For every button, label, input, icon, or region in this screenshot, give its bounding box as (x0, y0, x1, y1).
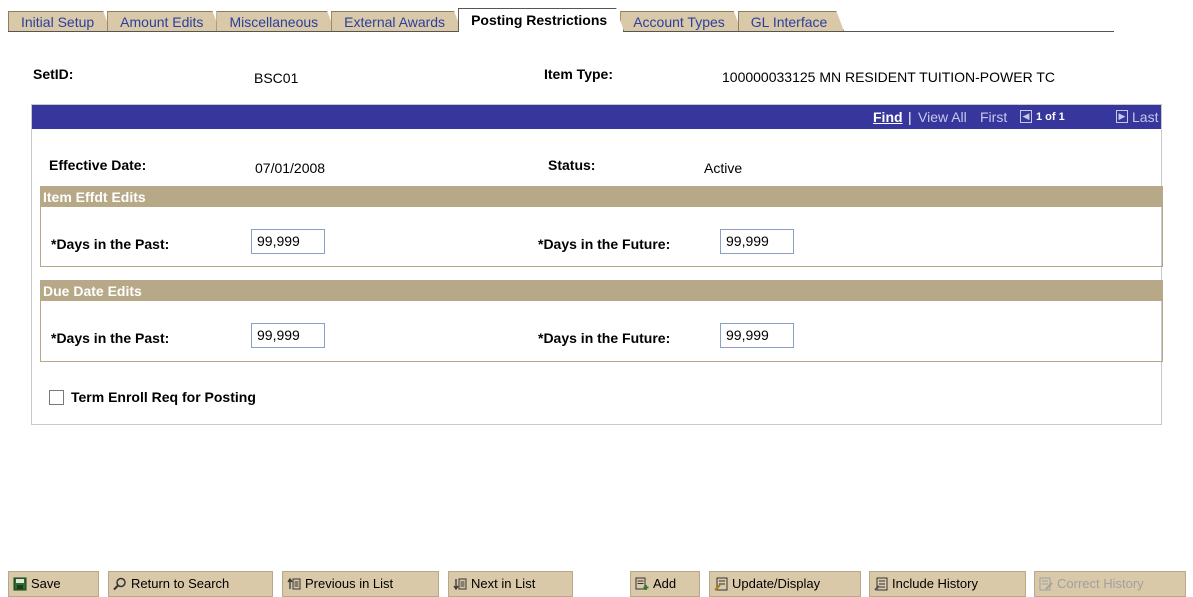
tab-amount-edits[interactable]: Amount Edits (107, 11, 220, 32)
item-type-label: Item Type: (544, 66, 613, 82)
update-display-label: Update/Display (732, 576, 821, 591)
tab-posting-restrictions[interactable]: Posting Restrictions (458, 8, 624, 32)
return-to-search-label: Return to Search (131, 576, 230, 591)
tab-gl-interface[interactable]: GL Interface (738, 11, 845, 32)
setid-label: SetID: (33, 66, 74, 82)
status-label: Status: (548, 157, 596, 173)
update-display-button[interactable]: Update/Display (709, 571, 861, 597)
tab-strip: Initial Setup Amount Edits Miscellaneous… (8, 8, 840, 32)
previous-row-icon: ◀ (1020, 110, 1032, 123)
next-row-icon: ▶ (1116, 110, 1128, 123)
add-button[interactable]: Add (630, 571, 700, 597)
due-date-future-label: *Days in the Future: (538, 330, 671, 346)
due-date-future-field[interactable]: 99,999 (720, 323, 794, 348)
due-date-past-field[interactable]: 99,999 (251, 323, 325, 348)
include-history-button[interactable]: Include History (869, 571, 1026, 597)
term-enroll-label: Term Enroll Req for Posting (71, 389, 256, 405)
previous-list-icon (287, 577, 301, 591)
effective-date-label: Effective Date: (49, 157, 147, 173)
row-count: 1 of 1 (1036, 111, 1065, 123)
due-date-past-label: *Days in the Past: (51, 330, 170, 346)
save-button[interactable]: Save (8, 571, 99, 597)
return-to-search-button[interactable]: Return to Search (108, 571, 273, 597)
correct-history-icon (1039, 577, 1053, 591)
previous-in-list-button[interactable]: Previous in List (282, 571, 439, 597)
item-type-value: 100000033125 MN RESIDENT TUITION-POWER T… (722, 69, 1055, 85)
update-display-icon (714, 577, 728, 591)
next-list-icon (453, 577, 467, 591)
correct-history-button: Correct History (1034, 571, 1186, 597)
status-value: Active (704, 160, 743, 176)
tab-initial-setup[interactable]: Initial Setup (8, 11, 111, 32)
due-date-edits-title: Due Date Edits (41, 281, 1162, 301)
previous-in-list-label: Previous in List (305, 576, 394, 591)
item-effdt-future-field[interactable]: 99,999 (720, 229, 794, 254)
include-history-icon (874, 577, 888, 591)
item-effdt-edits-title: Item Effdt Edits (41, 187, 1162, 207)
due-date-edits-group: Due Date Edits *Days in the Past: 99,999… (40, 280, 1163, 362)
effective-date-value: 07/01/2008 (255, 160, 326, 176)
item-effdt-past-field[interactable]: 99,999 (251, 229, 325, 254)
view-all-link: View All (918, 109, 967, 125)
item-effdt-future-label: *Days in the Future: (538, 236, 671, 252)
setid-value: BSC01 (254, 70, 299, 86)
item-effdt-edits-group: Item Effdt Edits *Days in the Past: 99,9… (40, 186, 1163, 267)
tab-external-awards[interactable]: External Awards (331, 11, 462, 32)
save-icon (13, 577, 27, 591)
tab-miscellaneous[interactable]: Miscellaneous (216, 11, 335, 32)
scroll-nav-bar: Find | View All First ◀ 1 of 1 ▶ Last (32, 105, 1161, 129)
item-effdt-past-label: *Days in the Past: (51, 236, 170, 252)
find-link[interactable]: Find (873, 109, 903, 125)
tab-account-types[interactable]: Account Types (620, 11, 742, 32)
first-link: First (980, 109, 1008, 125)
add-label: Add (653, 576, 677, 591)
next-in-list-label: Next in List (471, 576, 536, 591)
nav-separator: | (908, 109, 912, 125)
include-history-label: Include History (892, 576, 978, 591)
search-icon (113, 577, 127, 591)
correct-history-label: Correct History (1057, 576, 1144, 591)
add-icon (635, 577, 649, 591)
last-link: Last (1132, 109, 1159, 125)
next-in-list-button[interactable]: Next in List (448, 571, 573, 597)
term-enroll-checkbox[interactable] (49, 390, 64, 405)
save-label: Save (31, 576, 61, 591)
effective-date-scroll-area: Find | View All First ◀ 1 of 1 ▶ Last Ef… (31, 104, 1163, 425)
